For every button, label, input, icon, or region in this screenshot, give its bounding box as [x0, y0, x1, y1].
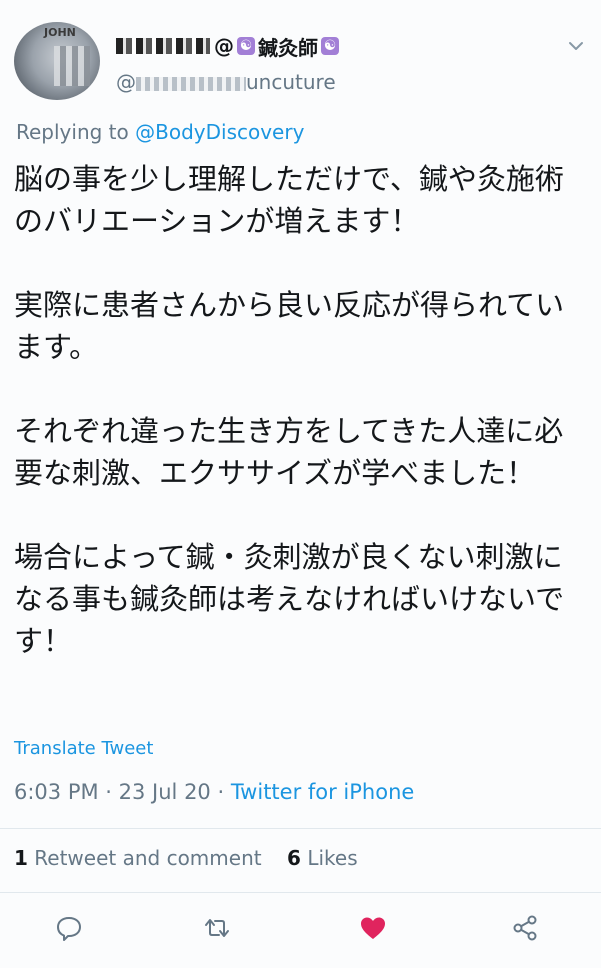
tweet-paragraph: 実際に患者さんから良い反応が得られています。 [14, 288, 565, 364]
reply-user-link[interactable]: @BodyDiscovery [135, 120, 304, 144]
redacted-name [116, 38, 210, 54]
tweet-meta: 6:03 PM · 23 Jul 20 · Twitter for iPhone [14, 780, 414, 804]
display-name-title: 鍼灸師 [258, 35, 318, 60]
divider [0, 828, 601, 829]
like-label: Likes [307, 846, 358, 870]
user-handle[interactable]: @ uncuture [116, 70, 336, 94]
tweet-time[interactable]: 6:03 PM [14, 780, 99, 804]
redacted-handle [136, 76, 246, 91]
comment-icon[interactable] [54, 913, 84, 943]
retweet-label: Retweet and comment [34, 846, 262, 870]
tweet-card: JOHN @ ☯ 鍼灸師 ☯ @ uncuture Replying to @Bo… [0, 0, 601, 968]
chevron-down-icon[interactable] [566, 36, 586, 56]
translate-tweet-link[interactable]: Translate Tweet [14, 738, 153, 759]
divider [0, 892, 601, 893]
retweet-count: 1 [14, 846, 28, 870]
replying-to: Replying to @BodyDiscovery [16, 120, 304, 144]
action-bar [0, 905, 601, 955]
replying-to-label: Replying to [16, 120, 136, 144]
yin-yang-icon: ☯ [237, 37, 255, 55]
avatar[interactable]: JOHN [14, 22, 100, 100]
like-stat[interactable]: 6 Likes [287, 846, 358, 870]
like-count: 6 [287, 846, 301, 870]
tweet-date[interactable]: 23 Jul 20 [119, 780, 211, 804]
tweet-stats: 1 Retweet and comment 6 Likes [14, 846, 358, 870]
yin-yang-icon: ☯ [321, 37, 339, 55]
handle-at: @ [116, 70, 136, 94]
share-icon[interactable] [510, 913, 540, 943]
meta-separator: · [210, 780, 231, 804]
meta-separator: · [98, 780, 119, 804]
tweet-source-link[interactable]: Twitter for iPhone [231, 780, 415, 804]
tweet-paragraph: それぞれ違った生き方をしてきた人達に必要な刺激、エクササイズが学べました！ [14, 414, 564, 490]
retweet-stat[interactable]: 1 Retweet and comment [14, 846, 262, 870]
display-name-at: @ [214, 34, 234, 58]
tweet-paragraph: 脳の事を少し理解しただけで、鍼や灸施術のバリエーションが増えます！ [14, 162, 564, 238]
tweet-text: 脳の事を少し理解しただけで、鍼や灸施術のバリエーションが増えます！ 実際に患者さ… [14, 158, 574, 662]
avatar-pixelation [54, 46, 90, 86]
handle-suffix: uncuture [246, 70, 336, 94]
display-name[interactable]: @ ☯ 鍼灸師 ☯ [116, 33, 342, 60]
avatar-text: JOHN [44, 26, 76, 39]
tweet-paragraph: 場合によって鍼・灸刺激が良くない刺激になる事も鍼灸師は考えなければいけないです！ [14, 540, 565, 658]
retweet-icon[interactable] [202, 913, 232, 943]
heart-icon[interactable] [358, 913, 388, 943]
